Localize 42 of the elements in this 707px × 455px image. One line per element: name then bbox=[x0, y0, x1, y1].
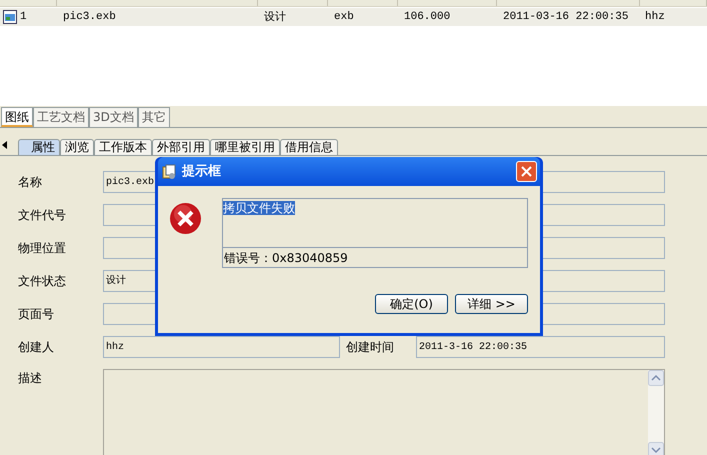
doc-tab[interactable]: 工艺文档 bbox=[33, 107, 89, 127]
field-label: 创建人 bbox=[18, 339, 55, 356]
property-tab[interactable]: 工作版本 bbox=[94, 139, 152, 155]
error-icon bbox=[169, 202, 202, 235]
file-type: exb bbox=[334, 11, 354, 24]
doc-tab[interactable]: 其它 bbox=[138, 107, 170, 127]
doc-tab[interactable]: 图纸 bbox=[1, 107, 33, 127]
dialog-button[interactable]: 确定(O) bbox=[375, 294, 448, 314]
file-size: 106.000 bbox=[404, 11, 450, 24]
property-tab[interactable]: 哪里被引用 bbox=[210, 139, 280, 155]
close-icon bbox=[521, 166, 532, 177]
doc-tab[interactable]: 3D文档 bbox=[89, 107, 138, 127]
scroll-up-icon[interactable] bbox=[648, 370, 664, 386]
file-status: 设计 bbox=[264, 10, 286, 23]
created-time: 2011-03-16 22:00:35 bbox=[503, 11, 628, 24]
field-label: 描述 bbox=[18, 370, 43, 387]
field-label: 文件状态 bbox=[18, 273, 67, 290]
image-file-icon bbox=[3, 10, 17, 24]
field-label: 创建时间 bbox=[345, 339, 395, 356]
error-message: 拷贝文件失败 bbox=[223, 201, 295, 215]
dialog-title: 提示框 bbox=[182, 162, 222, 181]
field-label: 物理位置 bbox=[18, 240, 67, 257]
field-label: 页面号 bbox=[18, 306, 55, 323]
property-tab[interactable]: 外部引用 bbox=[152, 139, 210, 155]
text-field[interactable]: 2011-3-16 22:00:35 bbox=[416, 336, 665, 358]
text-field[interactable]: hhz bbox=[103, 336, 340, 358]
file-name: pic3.exb bbox=[63, 11, 116, 24]
scroll-down-icon[interactable] bbox=[648, 442, 664, 455]
field-label: 文件代号 bbox=[18, 207, 67, 224]
scroll-left-icon[interactable] bbox=[2, 141, 8, 149]
property-tab[interactable]: 借用信息 bbox=[280, 139, 338, 155]
row-index: 1 bbox=[20, 10, 27, 25]
file-row[interactable]: 1 pic3.exb 设计 exb 106.000 2011-03-16 22:00:35 hhz bbox=[0, 8, 707, 26]
dialog-button[interactable]: 详细 >> bbox=[455, 294, 528, 314]
creator-name: hhz bbox=[645, 11, 665, 24]
property-tab[interactable]: 属性 bbox=[18, 139, 60, 155]
error-code: 错误号：0x83040859 bbox=[223, 250, 349, 267]
scrollbar[interactable] bbox=[648, 370, 664, 455]
close-button[interactable] bbox=[516, 161, 537, 182]
field-label: 名称 bbox=[18, 174, 43, 191]
property-tab[interactable]: 浏览 bbox=[60, 139, 94, 155]
app-icon bbox=[161, 164, 177, 180]
